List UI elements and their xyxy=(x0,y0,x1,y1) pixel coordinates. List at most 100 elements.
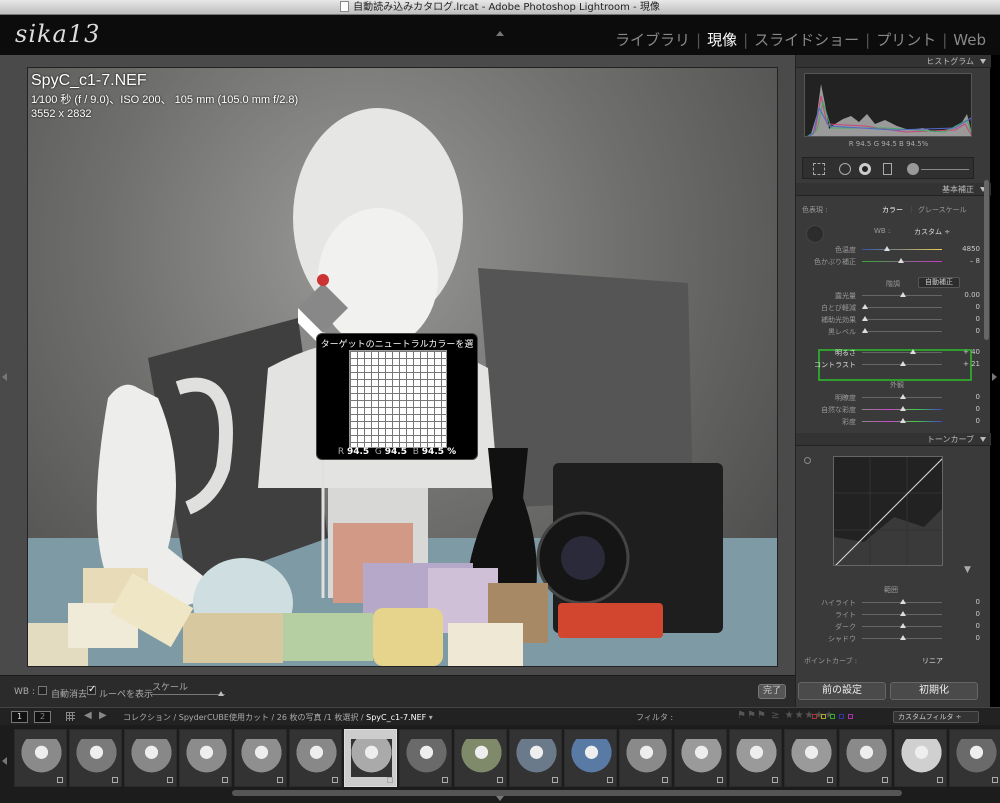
done-button[interactable]: 完了 xyxy=(758,684,786,699)
tint-value[interactable]: – 8 xyxy=(970,257,980,265)
point-curve-select[interactable]: リニア xyxy=(922,656,943,666)
module-slideshow[interactable]: スライドショー xyxy=(754,31,859,49)
photo-preview[interactable]: SpyC_c1-7.NEF 1⁄100 秒 (f / 9.0)、ISO 200、… xyxy=(27,67,778,667)
spot-removal-icon[interactable] xyxy=(839,163,851,175)
brightness-slider-thumb[interactable] xyxy=(910,349,916,354)
filmstrip-thumbnail[interactable] xyxy=(564,729,617,787)
tonecurve-header[interactable]: トーンカーブ xyxy=(796,433,991,446)
filmstrip-thumbnail[interactable] xyxy=(399,729,452,787)
treatment-grayscale-option[interactable]: グレースケール xyxy=(918,205,967,215)
custom-filter-select[interactable]: カスタムフィルタ ÷ xyxy=(893,711,979,723)
yellow-label-filter[interactable] xyxy=(821,714,826,719)
collapse-triangle-icon[interactable] xyxy=(980,59,986,64)
brush-size-slider[interactable] xyxy=(921,169,969,170)
rating-filter-stars[interactable]: ⚑⚑⚑ ≥ ★★★★★ xyxy=(737,710,834,721)
lights-value[interactable]: 0 xyxy=(976,610,980,618)
grid-view-icon[interactable] xyxy=(66,712,75,721)
tint-slider-thumb[interactable] xyxy=(898,258,904,263)
darks-value[interactable]: 0 xyxy=(976,622,980,630)
recovery-value[interactable]: 0 xyxy=(976,303,980,311)
vibrance-value[interactable]: 0 xyxy=(976,405,980,413)
filmstrip-thumbnail[interactable] xyxy=(124,729,177,787)
blacks-value[interactable]: 0 xyxy=(976,327,980,335)
treatment-color-option[interactable]: カラー xyxy=(882,205,903,215)
filmstrip-thumbnail[interactable] xyxy=(69,729,122,787)
module-print[interactable]: プリント xyxy=(876,31,936,49)
red-eye-icon[interactable] xyxy=(859,163,871,175)
filmstrip-thumbnail[interactable] xyxy=(784,729,837,787)
back-arrow-icon[interactable]: ◀ xyxy=(84,710,92,721)
contrast-value[interactable]: + 21 xyxy=(963,360,980,368)
brightness-value[interactable]: + 40 xyxy=(963,348,980,356)
filmstrip-thumbnail[interactable] xyxy=(509,729,562,787)
filmstrip-breadcrumb[interactable]: コレクション / SpyderCUBE使用カット / 26 枚の写真 /1 枚選… xyxy=(123,712,433,723)
crop-icon[interactable] xyxy=(813,163,825,175)
targeted-adjust-icon[interactable] xyxy=(804,457,811,464)
tone-curve-graph[interactable] xyxy=(833,456,943,566)
highlights-value[interactable]: 0 xyxy=(976,598,980,606)
filmstrip-thumbnail[interactable] xyxy=(289,729,342,787)
filmstrip-thumbnail[interactable] xyxy=(729,729,782,787)
blacks-slider-thumb[interactable] xyxy=(862,328,868,333)
temp-slider-thumb[interactable] xyxy=(884,246,890,251)
reset-button[interactable]: 初期化 xyxy=(890,682,978,700)
collapse-bottom-arrow-icon[interactable] xyxy=(496,796,504,801)
wb-eyedropper-icon[interactable] xyxy=(806,225,824,243)
filmstrip-thumbnail[interactable] xyxy=(234,729,287,787)
auto-tone-button[interactable]: 自動補正 xyxy=(918,277,960,288)
highlights-slider-thumb[interactable] xyxy=(900,599,906,604)
recovery-slider-thumb[interactable] xyxy=(862,304,868,309)
temp-slider[interactable] xyxy=(862,249,942,250)
filmstrip-thumbnail[interactable] xyxy=(14,729,67,787)
forward-arrow-icon[interactable]: ▶ xyxy=(99,710,107,721)
darks-slider-thumb[interactable] xyxy=(900,623,906,628)
brightness-slider[interactable] xyxy=(862,352,942,353)
clarity-slider-thumb[interactable] xyxy=(900,394,906,399)
filmstrip-thumbnail[interactable] xyxy=(179,729,232,787)
clarity-value[interactable]: 0 xyxy=(976,393,980,401)
curve-menu-icon[interactable]: ▼ xyxy=(964,565,971,575)
adjustment-brush-icon[interactable] xyxy=(907,163,919,175)
shadows-slider-thumb[interactable] xyxy=(900,635,906,640)
filmstrip-scrollbar[interactable] xyxy=(232,790,902,796)
scale-slider[interactable] xyxy=(150,694,225,695)
red-label-filter[interactable] xyxy=(812,714,817,719)
green-label-filter[interactable] xyxy=(830,714,835,719)
collapse-triangle-icon[interactable] xyxy=(980,437,986,442)
window-2-button[interactable]: 2 xyxy=(34,711,51,723)
show-loupe-checkbox[interactable] xyxy=(87,684,96,695)
filmstrip-thumbnail[interactable] xyxy=(674,729,727,787)
previous-settings-button[interactable]: 前の設定 xyxy=(798,682,886,700)
fill-light-value[interactable]: 0 xyxy=(976,315,980,323)
basic-header[interactable]: 基本補正 xyxy=(796,183,991,196)
filmstrip-thumbnail[interactable] xyxy=(454,729,507,787)
shadows-value[interactable]: 0 xyxy=(976,634,980,642)
graduated-filter-icon[interactable] xyxy=(883,163,892,175)
filmstrip-thumbnail[interactable] xyxy=(344,729,397,787)
vibrance-slider-thumb[interactable] xyxy=(900,406,906,411)
collapse-right-arrow-icon[interactable] xyxy=(992,373,997,381)
exposure-slider-thumb[interactable] xyxy=(900,292,906,297)
blue-label-filter[interactable] xyxy=(839,714,844,719)
fill-light-slider-thumb[interactable] xyxy=(862,316,868,321)
module-develop[interactable]: 現像 xyxy=(707,31,737,49)
filmstrip-thumbnail[interactable] xyxy=(894,729,947,787)
exposure-value[interactable]: 0.00 xyxy=(964,291,980,299)
blacks-slider[interactable] xyxy=(862,331,942,332)
purple-label-filter[interactable] xyxy=(848,714,853,719)
recovery-slider[interactable] xyxy=(862,307,942,308)
scale-slider-thumb[interactable] xyxy=(218,691,224,696)
module-library[interactable]: ライブラリ xyxy=(615,31,690,49)
filmstrip-thumbnail[interactable] xyxy=(839,729,892,787)
saturation-slider-thumb[interactable] xyxy=(900,418,906,423)
contrast-slider-thumb[interactable] xyxy=(900,361,906,366)
collapse-left-arrow-icon[interactable] xyxy=(2,373,7,381)
right-panel-scrollbar[interactable] xyxy=(984,180,989,340)
window-1-button[interactable]: 1 xyxy=(11,711,28,723)
temp-value[interactable]: 4850 xyxy=(962,245,980,253)
module-web[interactable]: Web xyxy=(953,31,986,49)
auto-dismiss-checkbox[interactable] xyxy=(38,686,47,695)
wb-select[interactable]: カスタム ÷ xyxy=(914,227,950,237)
collapse-top-arrow-icon[interactable] xyxy=(496,31,504,36)
fill-light-slider[interactable] xyxy=(862,319,942,320)
